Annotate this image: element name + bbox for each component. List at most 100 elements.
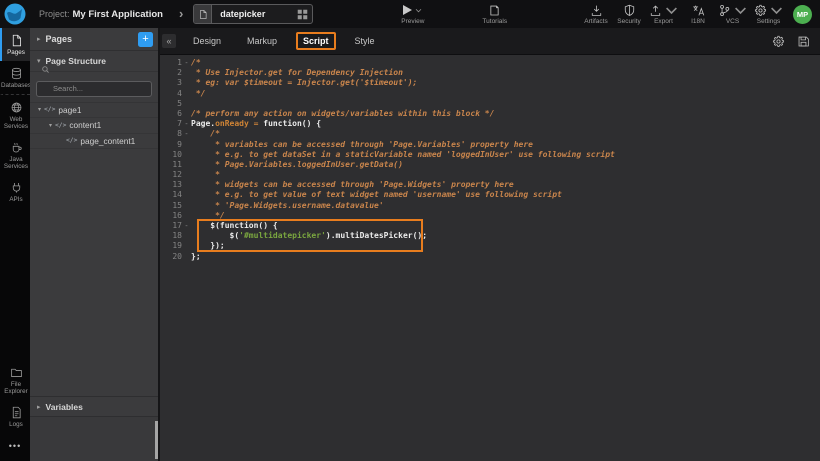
script-code-editor[interactable]: 1-/*2 * Use Injector.get for Dependency … bbox=[160, 55, 820, 461]
topbar-item-security[interactable]: Security bbox=[616, 4, 642, 25]
code-token: $(function() { bbox=[191, 221, 278, 230]
code-line-3[interactable]: 3 * eg: var $timeout = Injector.get('$ti… bbox=[160, 78, 820, 88]
line-number: 15 bbox=[160, 201, 182, 211]
pages-collapse-arrow-icon[interactable]: ▸ bbox=[37, 35, 41, 43]
tutorials-icon bbox=[488, 4, 501, 17]
code-line-19[interactable]: 19 }); bbox=[160, 241, 820, 251]
topbar-item-artifacts[interactable]: Artifacts bbox=[583, 4, 609, 25]
logs-icon bbox=[10, 406, 23, 419]
topbar-item-settings[interactable]: Settings bbox=[754, 4, 783, 25]
code-token: Page. bbox=[191, 119, 215, 128]
code-line-7[interactable]: 7-Page.onReady = function() { bbox=[160, 119, 820, 129]
code-line-16[interactable]: 16 */ bbox=[160, 211, 820, 221]
page-file-icon bbox=[194, 5, 212, 23]
more-options-icon[interactable]: ••• bbox=[0, 433, 30, 461]
tree-item-content1[interactable]: ▾</>content1 bbox=[30, 118, 158, 134]
database-icon bbox=[10, 67, 23, 80]
preview-button[interactable]: Preview bbox=[401, 4, 424, 25]
line-number: 18 bbox=[160, 231, 182, 241]
code-line-5[interactable]: 5 bbox=[160, 99, 820, 109]
code-line-18[interactable]: 18 $('#multidatepicker').multiDatesPicke… bbox=[160, 231, 820, 241]
sidebar-item-apis[interactable]: APIs bbox=[0, 175, 30, 208]
fold-spacer bbox=[182, 140, 191, 150]
tree-item-label: page_content1 bbox=[80, 136, 135, 146]
main-area: Pages Databases Web Services Java Services A… bbox=[0, 28, 820, 461]
pages-panel-header: ▸ Pages + bbox=[30, 28, 158, 51]
fold-marker-icon[interactable]: - bbox=[182, 119, 191, 129]
line-number: 11 bbox=[160, 160, 182, 170]
search-input[interactable] bbox=[36, 81, 152, 97]
code-tag-icon: </> bbox=[66, 137, 77, 144]
code-line-6[interactable]: 6/* perform any action on widgets/variab… bbox=[160, 109, 820, 119]
tree-expand-arrow-icon[interactable]: ▾ bbox=[35, 106, 44, 113]
code-line-2[interactable]: 2 * Use Injector.get for Dependency Inje… bbox=[160, 68, 820, 78]
topbar-item-label: VCS bbox=[726, 18, 739, 25]
line-number: 12 bbox=[160, 170, 182, 180]
sidebar-item-logs[interactable]: Logs bbox=[0, 400, 30, 433]
panel-spacer bbox=[30, 149, 158, 396]
code-line-1[interactable]: 1-/* bbox=[160, 58, 820, 68]
variables-title: Variables bbox=[46, 402, 83, 412]
fold-marker-icon[interactable]: - bbox=[182, 129, 191, 139]
fold-spacer bbox=[182, 201, 191, 211]
tab-markup[interactable]: Markup bbox=[240, 32, 284, 50]
fold-spacer bbox=[182, 170, 191, 180]
save-icon[interactable] bbox=[797, 35, 810, 48]
code-line-8[interactable]: 8- /* bbox=[160, 129, 820, 139]
code-token: function() { bbox=[263, 119, 321, 128]
code-token: */ bbox=[191, 211, 225, 220]
topbar-item-export[interactable]: Export bbox=[649, 4, 678, 25]
code-line-15[interactable]: 15 * 'Page.Widgets.username.datavalue' bbox=[160, 201, 820, 211]
panel-scrollbar[interactable] bbox=[155, 421, 158, 459]
gear-icon bbox=[754, 4, 783, 17]
sidebar-item-databases[interactable]: Databases bbox=[0, 61, 30, 94]
tutorials-button[interactable]: Tutorials bbox=[482, 4, 507, 25]
fold-marker-icon[interactable]: - bbox=[182, 221, 191, 231]
sidebar-item-java-services[interactable]: Java Services bbox=[0, 135, 30, 175]
code-line-13[interactable]: 13 * widgets can be accessed through 'Pa… bbox=[160, 180, 820, 190]
project-label: Project: bbox=[39, 9, 70, 19]
topbar-item-vcs[interactable]: VCS bbox=[718, 4, 747, 25]
code-line-12[interactable]: 12 * bbox=[160, 170, 820, 180]
fold-spacer bbox=[182, 150, 191, 160]
collapse-panel-button[interactable]: « bbox=[162, 34, 176, 48]
code-token: * eg: var $timeout = Injector.get('$time… bbox=[191, 78, 417, 87]
user-avatar[interactable]: MP bbox=[793, 5, 812, 24]
sidebar-item-pages[interactable]: Pages bbox=[0, 28, 30, 61]
fold-spacer bbox=[182, 78, 191, 88]
wavemaker-logo-icon[interactable] bbox=[3, 2, 27, 26]
topbar-item-i18n[interactable]: I18N bbox=[685, 4, 711, 25]
code-line-14[interactable]: 14 * e.g. to get value of text widget na… bbox=[160, 190, 820, 200]
code-line-10[interactable]: 10 * e.g. to get dataSet in a staticVari… bbox=[160, 150, 820, 160]
sidebar-item-label: Logs bbox=[9, 421, 23, 428]
topbar-item-label: Artifacts bbox=[584, 18, 607, 25]
sidebar-item-web-services[interactable]: Web Services bbox=[0, 94, 30, 135]
line-number: 10 bbox=[160, 150, 182, 160]
tab-style[interactable]: Style bbox=[348, 32, 382, 50]
variables-header[interactable]: ▸ Variables bbox=[30, 396, 158, 417]
tab-design[interactable]: Design bbox=[186, 32, 228, 50]
tab-script[interactable]: Script bbox=[296, 32, 336, 50]
tree-item-page_content1[interactable]: </>page_content1 bbox=[30, 134, 158, 150]
editor-settings-gear-icon[interactable] bbox=[772, 35, 785, 48]
tree-expand-arrow-icon[interactable]: ▾ bbox=[46, 122, 55, 129]
code-line-4[interactable]: 4 */ bbox=[160, 89, 820, 99]
branch-icon bbox=[718, 4, 747, 17]
code-line-9[interactable]: 9 * variables can be accessed through 'P… bbox=[160, 140, 820, 150]
add-page-button[interactable]: + bbox=[138, 32, 153, 47]
open-page-tab[interactable]: datepicker bbox=[193, 4, 313, 24]
code-line-20[interactable]: 20}; bbox=[160, 252, 820, 262]
tree-item-page1[interactable]: ▾</>page1 bbox=[30, 103, 158, 119]
fold-marker-icon[interactable]: - bbox=[182, 58, 191, 68]
sidebar-item-label: Databases bbox=[1, 82, 31, 89]
line-number: 9 bbox=[160, 140, 182, 150]
fold-spacer bbox=[182, 109, 191, 119]
sidebar-item-label: Java Services bbox=[3, 156, 29, 170]
search-icon bbox=[41, 65, 50, 74]
dashboard-grid-icon[interactable] bbox=[292, 9, 312, 20]
code-token: ).multiDatesPicker(); bbox=[326, 231, 427, 240]
code-token: * e.g. to get value of text widget named… bbox=[191, 190, 562, 199]
sidebar-item-file-explorer[interactable]: File Explorer bbox=[0, 360, 30, 400]
code-line-11[interactable]: 11 * Page.Variables.loggedInUser.getData… bbox=[160, 160, 820, 170]
code-line-17[interactable]: 17- $(function() { bbox=[160, 221, 820, 231]
